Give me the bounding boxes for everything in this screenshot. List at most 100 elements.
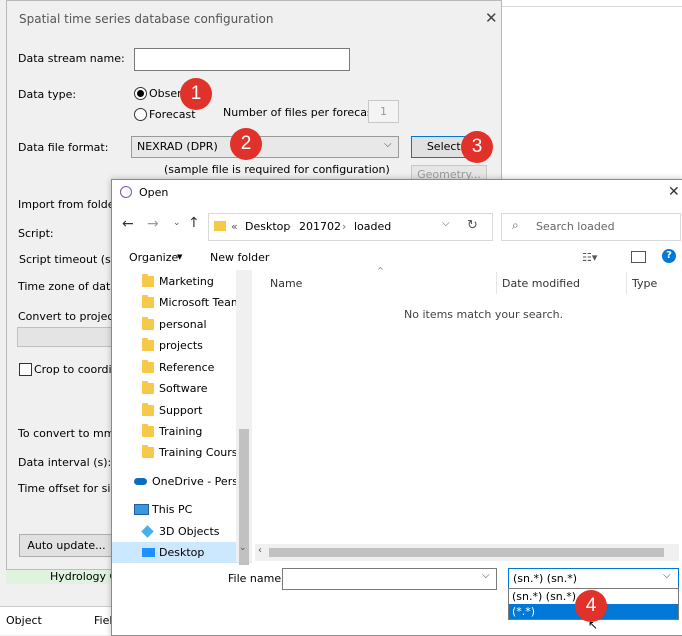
file-type-select[interactable]: (sn.*) (sn.*) ⌵: [508, 568, 679, 590]
data-type-label: Data type:: [18, 88, 77, 101]
nav-item-marketing[interactable]: Marketing: [112, 271, 252, 292]
column-name[interactable]: Name: [270, 277, 302, 290]
close-icon[interactable]: ✕: [668, 184, 680, 200]
new-folder-button[interactable]: New folder: [210, 251, 269, 264]
recent-dropdown-icon[interactable]: ⌄: [173, 218, 181, 228]
address-bar[interactable]: « Desktop › 201702 › loaded ⌵ ↻: [208, 213, 493, 241]
folder-icon: [142, 381, 154, 394]
scroll-thumb[interactable]: [269, 548, 664, 557]
breadcrumb-overflow[interactable]: «: [231, 220, 238, 233]
preview-pane-icon[interactable]: [631, 251, 646, 263]
import-from-folder-label: Import from folder:: [18, 198, 123, 211]
nav-item-label: Support: [159, 404, 203, 417]
breadcrumb-separator-icon: ›: [342, 220, 347, 233]
nav-item-label: projects: [159, 339, 203, 352]
address-dropdown-icon[interactable]: ⌵: [442, 218, 450, 229]
folder-icon: [142, 295, 154, 308]
nav-item-label: OneDrive - Persor: [152, 475, 250, 488]
nav-item-support[interactable]: Support: [112, 400, 252, 421]
folder-icon: [142, 403, 154, 416]
nav-item-onedrive[interactable]: OneDrive - Persor: [112, 471, 252, 492]
radio-forecast-label: Forecast: [149, 108, 196, 121]
step-badge-3: 3: [461, 131, 493, 163]
auto-update-button[interactable]: Auto update...: [19, 534, 114, 557]
sample-note: (sample file is required for configurati…: [164, 163, 390, 176]
nav-item-label: Microsoft Teams: [159, 296, 248, 309]
nav-scrollbar[interactable]: ⌄: [236, 270, 252, 565]
breadcrumb-loaded[interactable]: loaded: [354, 220, 391, 233]
bottom-strip: Object Fiel: [0, 606, 120, 635]
nav-item-label: Desktop: [159, 546, 205, 559]
script-label: Script:: [18, 227, 54, 240]
shared-folder-icon: [142, 445, 154, 458]
breadcrumb-201702[interactable]: 201702: [299, 220, 341, 233]
folder-icon: [142, 424, 154, 437]
radio-forecast[interactable]: [134, 108, 147, 121]
chevron-down-icon[interactable]: ⌵: [663, 570, 671, 581]
forward-arrow-icon[interactable]: →: [147, 216, 159, 232]
column-type[interactable]: Type: [632, 277, 657, 290]
view-options-icon[interactable]: ☷▾: [582, 251, 597, 264]
search-box[interactable]: ⌕ Search loaded: [501, 213, 681, 241]
scroll-left-icon[interactable]: ‹: [258, 545, 262, 556]
nav-item-personal[interactable]: personal: [112, 314, 252, 335]
crop-checkbox[interactable]: [19, 363, 32, 376]
nav-item-label: Reference: [159, 361, 215, 374]
file-name-label: File name:: [228, 572, 285, 585]
cloud-icon: [134, 478, 147, 485]
nav-item-desktop[interactable]: Desktop: [112, 542, 252, 563]
config-dialog-title: Spatial time series database configurati…: [19, 12, 274, 26]
file-name-input[interactable]: ⌵: [282, 568, 497, 590]
nav-item-label: 3D Objects: [159, 525, 220, 538]
nav-item-microsoft-teams[interactable]: Microsoft Teams: [112, 292, 252, 313]
refresh-icon[interactable]: ↻: [467, 218, 478, 233]
breadcrumb-desktop[interactable]: Desktop: [245, 220, 290, 233]
projection-select[interactable]: [17, 327, 114, 347]
desktop-icon: [142, 548, 155, 557]
radio-observed[interactable]: [134, 87, 147, 100]
back-arrow-icon[interactable]: ←: [122, 216, 134, 232]
search-input[interactable]: Search loaded: [536, 220, 615, 233]
open-dialog: Open ✕ ← → ⌄ ↑ « Desktop › 201702 › load…: [111, 179, 682, 636]
nav-item-reference[interactable]: Reference: [112, 357, 252, 378]
data-interval-label: Data interval (s):: [18, 456, 112, 469]
step-badge-2: 2: [230, 128, 262, 160]
field-column-label: Fiel: [94, 614, 113, 627]
navigation-pane: Marketing Microsoft Teams personal proje…: [112, 270, 252, 563]
scroll-down-icon[interactable]: ⌄: [239, 543, 247, 553]
app-icon: [120, 186, 132, 198]
script-timeout-label: Script timeout (s): [19, 253, 116, 266]
data-file-format-select[interactable]: NEXRAD (DPR) ⌵: [131, 136, 399, 158]
file-type-option-label: (*.*): [512, 605, 536, 618]
nav-item-projects[interactable]: projects: [112, 335, 252, 356]
organize-menu[interactable]: Organize: [129, 251, 178, 264]
data-stream-name-input[interactable]: [134, 48, 350, 71]
cube-icon: [141, 525, 154, 538]
nav-item-software[interactable]: Software: [112, 378, 252, 399]
help-icon[interactable]: ?: [662, 249, 676, 263]
object-column-label: Object: [6, 614, 42, 627]
nav-item-training-courses[interactable]: Training Courses: [112, 442, 252, 463]
folder-icon: [142, 317, 154, 330]
column-divider: [626, 272, 627, 294]
data-file-format-value: NEXRAD (DPR): [137, 140, 218, 153]
nav-item-label: This PC: [152, 503, 193, 516]
organize-dropdown-icon: ▼: [177, 253, 183, 261]
up-arrow-icon[interactable]: ↑: [188, 215, 200, 231]
nav-item-training[interactable]: Training: [112, 421, 252, 442]
nav-item-3d-objects[interactable]: 3D Objects: [112, 521, 252, 542]
open-dialog-title: Open: [139, 186, 169, 199]
close-icon[interactable]: ✕: [485, 9, 498, 27]
convert-mm-label: To convert to mm/h: [18, 427, 126, 440]
files-per-forecast-input[interactable]: 1: [368, 100, 399, 123]
breadcrumb-separator-icon: ›: [287, 220, 292, 233]
nav-item-label: Software: [159, 382, 208, 395]
nav-item-label: Training: [159, 425, 203, 438]
data-file-format-label: Data file format:: [18, 141, 109, 154]
chevron-down-icon[interactable]: ⌵: [482, 570, 490, 581]
column-divider: [496, 272, 497, 294]
nav-item-label: Marketing: [159, 275, 214, 288]
nav-item-this-pc[interactable]: This PC: [112, 499, 252, 520]
file-list-scrollbar[interactable]: ‹: [255, 544, 679, 561]
column-date-modified[interactable]: Date modified: [502, 277, 580, 290]
